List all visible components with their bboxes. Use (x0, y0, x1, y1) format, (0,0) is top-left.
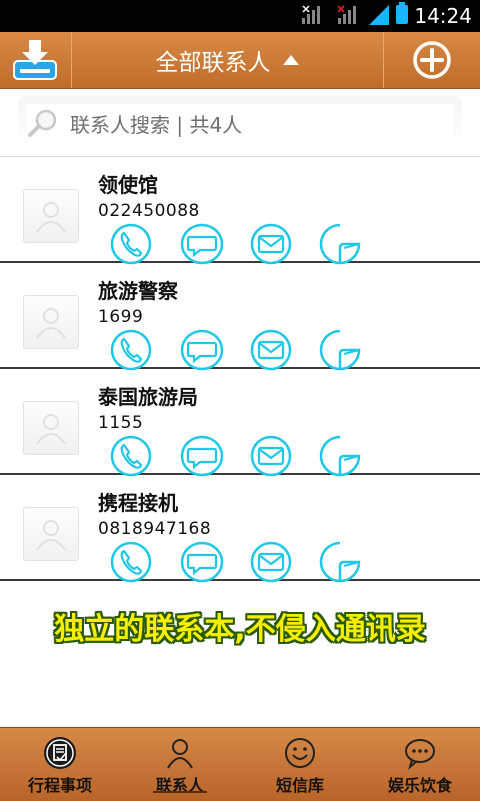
contact-row[interactable]: 旅游警察 1699 (0, 263, 480, 371)
phone-call-icon[interactable] (110, 223, 152, 265)
tab-itinerary[interactable]: 行程事项 (0, 728, 120, 801)
contact-list: 领使馆 022450088 旅游警察 1699 泰国旅游局 1155 携程接机 … (0, 156, 480, 583)
contact-row[interactable]: 泰国旅游局 1155 (0, 369, 480, 477)
contact-name: 泰国旅游局 (98, 385, 198, 409)
contact-row[interactable]: 领使馆 022450088 (0, 156, 480, 265)
chat-bubble-icon (405, 739, 435, 770)
app-header: 全部联系人 (0, 32, 480, 89)
caret-up-icon (282, 55, 299, 65)
note-icon[interactable] (319, 223, 361, 265)
bottom-nav: 行程事项 联系人 短信库 娱乐饮食 (0, 727, 480, 801)
search-placeholder: 联系人搜索 | 共4人 (70, 112, 243, 137)
download-button[interactable] (0, 32, 70, 88)
tab-sms-library[interactable]: 短信库 (240, 728, 360, 801)
signal-strength-icon (369, 5, 389, 25)
phone-call-icon[interactable] (110, 329, 152, 371)
tab-entertainment-dining[interactable]: 娱乐饮食 (360, 728, 480, 801)
contact-phone: 0818947168 (98, 519, 212, 539)
download-icon (13, 40, 57, 80)
email-icon[interactable] (250, 223, 292, 265)
contact-row[interactable]: 携程接机 0818947168 (0, 475, 480, 583)
person-placeholder-icon (36, 414, 66, 445)
tab-contacts[interactable]: 联系人 (120, 728, 240, 801)
contact-phone: 1699 (98, 307, 144, 327)
battery-icon (396, 2, 408, 24)
contact-phone: 022450088 (98, 201, 200, 221)
sms-icon[interactable] (180, 435, 224, 477)
status-bar: 14:24 (0, 0, 480, 32)
promo-slogan: 独立的联系本,不侵入通讯录 (54, 612, 426, 647)
person-placeholder-icon (36, 520, 66, 551)
itinerary-icon (44, 737, 76, 769)
smiley-icon (285, 738, 315, 768)
sms-icon[interactable] (180, 541, 224, 583)
contact-name: 携程接机 (98, 491, 178, 515)
phone-call-icon[interactable] (110, 541, 152, 583)
tab-label: 短信库 (275, 776, 324, 795)
active-tab-indicator (153, 791, 207, 793)
add-contact-button[interactable] (384, 32, 480, 88)
sms-icon[interactable] (180, 223, 224, 265)
note-icon[interactable] (319, 541, 361, 583)
search-input[interactable]: 联系人搜索 | 共4人 (26, 104, 454, 142)
person-placeholder-icon (36, 308, 66, 339)
email-icon[interactable] (250, 435, 292, 477)
avatar (23, 401, 79, 455)
avatar (23, 295, 79, 349)
contact-group-dropdown[interactable]: 全部联系人 (72, 32, 382, 88)
phone-call-icon[interactable] (110, 435, 152, 477)
contact-phone: 1155 (98, 413, 144, 433)
person-placeholder-icon (36, 202, 66, 233)
contact-name: 领使馆 (98, 173, 158, 197)
signal-icon (302, 5, 320, 24)
email-icon[interactable] (250, 329, 292, 371)
page-title: 全部联系人 (155, 50, 271, 76)
tab-label: 行程事项 (27, 776, 92, 795)
status-time: 14:24 (414, 4, 472, 28)
note-icon[interactable] (319, 435, 361, 477)
email-icon[interactable] (250, 541, 292, 583)
contact-name: 旅游警察 (98, 279, 178, 303)
search-icon (28, 109, 57, 137)
person-icon (167, 739, 193, 769)
signal-x-icon (337, 5, 356, 24)
note-icon[interactable] (319, 329, 361, 371)
avatar (23, 189, 79, 243)
plus-circle-icon (413, 41, 451, 79)
avatar (23, 507, 79, 561)
sms-icon[interactable] (180, 329, 224, 371)
tab-label: 娱乐饮食 (387, 776, 452, 795)
